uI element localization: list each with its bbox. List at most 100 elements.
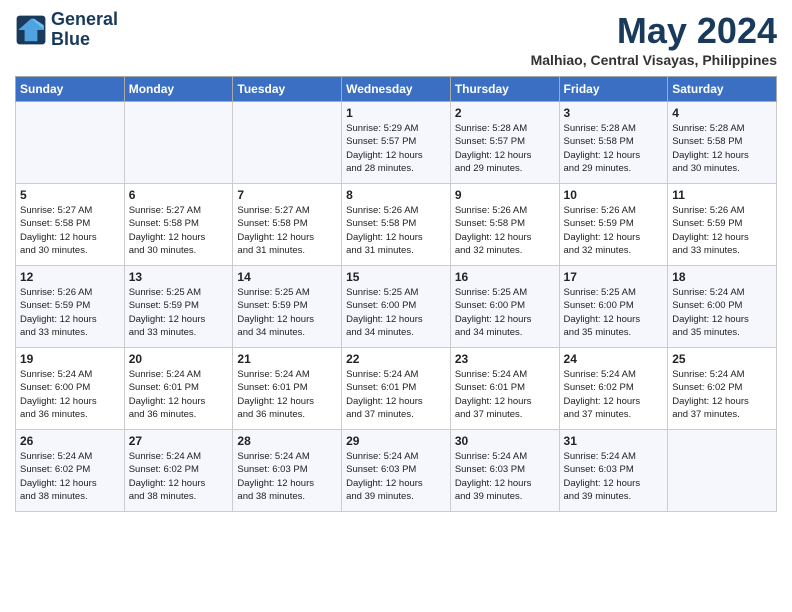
day-info: Sunrise: 5:24 AMSunset: 6:00 PMDaylight:… — [672, 286, 772, 339]
day-number: 5 — [20, 188, 120, 202]
day-info-line: Sunrise: 5:24 AM — [237, 369, 309, 380]
day-info-line: Sunrise: 5:25 AM — [564, 287, 636, 298]
calendar-cell: 13Sunrise: 5:25 AMSunset: 5:59 PMDayligh… — [124, 266, 233, 348]
day-info-line: Sunset: 5:57 PM — [346, 136, 416, 147]
day-number: 21 — [237, 352, 337, 366]
day-info: Sunrise: 5:25 AMSunset: 6:00 PMDaylight:… — [564, 286, 664, 339]
day-info-line: Daylight: 12 hours — [346, 150, 423, 161]
day-info-line: Daylight: 12 hours — [564, 478, 641, 489]
calendar-cell: 4Sunrise: 5:28 AMSunset: 5:58 PMDaylight… — [668, 102, 777, 184]
day-info-line: and 35 minutes. — [564, 327, 632, 338]
calendar-cell: 21Sunrise: 5:24 AMSunset: 6:01 PMDayligh… — [233, 348, 342, 430]
calendar-cell: 12Sunrise: 5:26 AMSunset: 5:59 PMDayligh… — [16, 266, 125, 348]
day-info: Sunrise: 5:25 AMSunset: 6:00 PMDaylight:… — [455, 286, 555, 339]
day-info-line: Sunrise: 5:26 AM — [346, 205, 418, 216]
day-info-line: and 36 minutes. — [129, 409, 197, 420]
day-info: Sunrise: 5:24 AMSunset: 6:02 PMDaylight:… — [129, 450, 229, 503]
day-info: Sunrise: 5:24 AMSunset: 6:01 PMDaylight:… — [346, 368, 446, 421]
day-info-line: Daylight: 12 hours — [346, 232, 423, 243]
day-info-line: and 38 minutes. — [237, 491, 305, 502]
day-info-line: Daylight: 12 hours — [672, 314, 749, 325]
day-info-line: Daylight: 12 hours — [129, 232, 206, 243]
day-info-line: and 34 minutes. — [346, 327, 414, 338]
calendar-cell — [233, 102, 342, 184]
day-info-line: Sunrise: 5:24 AM — [672, 287, 744, 298]
calendar-cell — [668, 430, 777, 512]
day-info: Sunrise: 5:28 AMSunset: 5:57 PMDaylight:… — [455, 122, 555, 175]
day-number: 3 — [564, 106, 664, 120]
day-info-line: Sunrise: 5:27 AM — [129, 205, 201, 216]
day-info-line: Sunset: 6:02 PM — [564, 382, 634, 393]
day-info: Sunrise: 5:26 AMSunset: 5:59 PMDaylight:… — [672, 204, 772, 257]
day-number: 7 — [237, 188, 337, 202]
day-info-line: and 30 minutes. — [20, 245, 88, 256]
title-block: May 2024 Malhiao, Central Visayas, Phili… — [531, 10, 777, 68]
day-info-line: Sunset: 6:03 PM — [455, 464, 525, 475]
day-info-line: and 39 minutes. — [455, 491, 523, 502]
day-info-line: Sunset: 6:01 PM — [129, 382, 199, 393]
day-number: 13 — [129, 270, 229, 284]
month-title: May 2024 — [531, 10, 777, 52]
day-info: Sunrise: 5:24 AMSunset: 6:02 PMDaylight:… — [672, 368, 772, 421]
calendar-cell: 7 Sunrise: 5:27 AMSunset: 5:58 PMDaylight… — [233, 184, 342, 266]
day-info-line: and 38 minutes. — [20, 491, 88, 502]
weekday-header-thursday: Thursday — [450, 77, 559, 102]
day-info-line: Sunset: 5:58 PM — [346, 218, 416, 229]
day-info-line: Daylight: 12 hours — [20, 396, 97, 407]
day-info-line: Sunset: 6:03 PM — [237, 464, 307, 475]
calendar-week-1: 5Sunrise: 5:27 AMSunset: 5:58 PMDaylight… — [16, 184, 777, 266]
page-header: General Blue May 2024 Malhiao, Central V… — [15, 10, 777, 68]
calendar-week-0: 1Sunrise: 5:29 AMSunset: 5:57 PMDaylight… — [16, 102, 777, 184]
day-info-line: Sunset: 6:03 PM — [564, 464, 634, 475]
day-info-line: Sunset: 5:59 PM — [129, 300, 199, 311]
day-info-line: Sunset: 5:57 PM — [455, 136, 525, 147]
day-info: Sunrise: 5:24 AMSunset: 6:03 PMDaylight:… — [564, 450, 664, 503]
day-info-line: Sunset: 6:01 PM — [455, 382, 525, 393]
day-info-line: Sunrise: 5:25 AM — [346, 287, 418, 298]
day-info-line: and 33 minutes. — [672, 245, 740, 256]
day-info: Sunrise: 5:27 AMSunset: 5:58 PMDaylight:… — [237, 204, 337, 257]
calendar-cell: 19Sunrise: 5:24 AMSunset: 6:00 PMDayligh… — [16, 348, 125, 430]
day-info-line: Sunrise: 5:26 AM — [455, 205, 527, 216]
weekday-header-friday: Friday — [559, 77, 668, 102]
logo-icon — [15, 14, 47, 46]
day-info-line: Daylight: 12 hours — [455, 478, 532, 489]
day-info-line: Sunset: 6:03 PM — [346, 464, 416, 475]
day-info-line: Sunset: 6:02 PM — [20, 464, 90, 475]
day-info-line: and 36 minutes. — [20, 409, 88, 420]
calendar-cell: 5 Sunrise: 5:27 AMSunset: 5:58 PMDaylight… — [16, 184, 125, 266]
day-info: Sunrise: 5:24 AMSunset: 6:02 PMDaylight:… — [20, 450, 120, 503]
calendar-cell: 17Sunrise: 5:25 AMSunset: 6:00 PMDayligh… — [559, 266, 668, 348]
day-info-line: Daylight: 12 hours — [672, 396, 749, 407]
day-info-line: Sunrise: 5:24 AM — [564, 369, 636, 380]
day-info: Sunrise: 5:28 AMSunset: 5:58 PMDaylight:… — [672, 122, 772, 175]
day-info-line: and 30 minutes. — [129, 245, 197, 256]
day-number: 15 — [346, 270, 446, 284]
day-info: Sunrise: 5:26 AM Sunset: 5:58 PM Daylight:… — [346, 204, 446, 257]
day-info: Sunrise: 5:27 AMSunset: 5:58 PMDaylight:… — [20, 204, 120, 257]
calendar-cell: 11Sunrise: 5:26 AMSunset: 5:59 PMDayligh… — [668, 184, 777, 266]
day-info-line: and 29 minutes. — [564, 163, 632, 174]
day-number: 25 — [672, 352, 772, 366]
calendar-table: SundayMondayTuesdayWednesdayThursdayFrid… — [15, 76, 777, 512]
calendar-cell — [16, 102, 125, 184]
day-info-line: Sunrise: 5:25 AM — [129, 287, 201, 298]
day-info: Sunrise: 5:25 AMSunset: 6:00 PMDaylight:… — [346, 286, 446, 339]
day-info-line: Daylight: 12 hours — [20, 478, 97, 489]
day-info-line: Daylight: 12 hours — [346, 314, 423, 325]
logo-text: General Blue — [51, 10, 118, 50]
day-info-line: Sunrise: 5:24 AM — [129, 369, 201, 380]
day-info-line: Daylight: 12 hours — [237, 314, 314, 325]
day-info-line: and 35 minutes. — [672, 327, 740, 338]
day-info-line: Sunrise: 5:24 AM — [129, 451, 201, 462]
day-info: Sunrise: 5:24 AMSunset: 6:01 PMDaylight:… — [129, 368, 229, 421]
calendar-cell: 1Sunrise: 5:29 AMSunset: 5:57 PMDaylight… — [342, 102, 451, 184]
day-number: 29 — [346, 434, 446, 448]
day-number: 20 — [129, 352, 229, 366]
calendar-cell: 15 Sunrise: 5:25 AMSunset: 6:00 PMDayligh… — [342, 266, 451, 348]
day-info-line: and 32 minutes. — [455, 245, 523, 256]
day-info-line: and 31 minutes. — [346, 245, 414, 256]
calendar-week-3: 19Sunrise: 5:24 AMSunset: 6:00 PMDayligh… — [16, 348, 777, 430]
day-number: 19 — [20, 352, 120, 366]
calendar-cell: 31Sunrise: 5:24 AMSunset: 6:03 PMDayligh… — [559, 430, 668, 512]
